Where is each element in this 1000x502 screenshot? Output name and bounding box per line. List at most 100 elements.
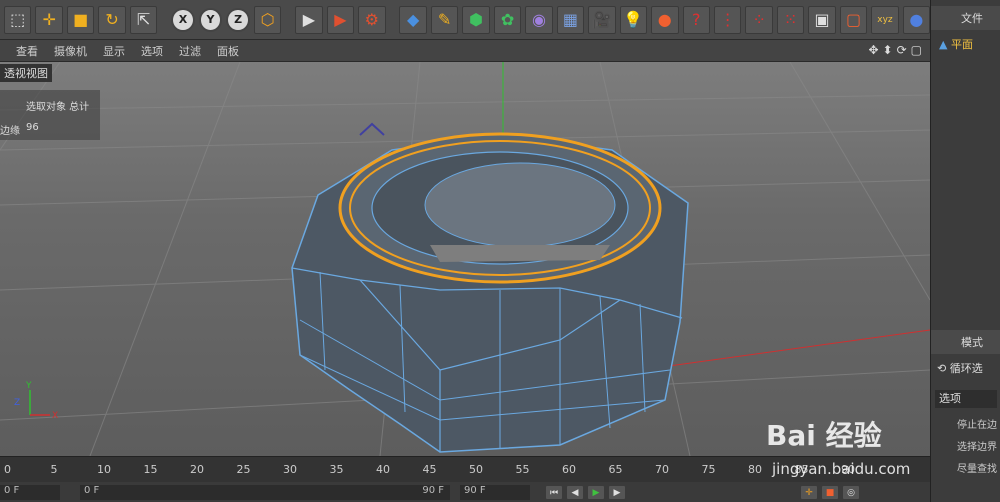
pen-icon[interactable]: ✎: [430, 5, 459, 34]
panel-icon[interactable]: ▢: [839, 5, 868, 34]
loop-selection-tool[interactable]: ⟲ 循环选: [937, 360, 983, 376]
floor-icon[interactable]: ▦: [556, 5, 585, 34]
end-frame-field[interactable]: 90 F: [460, 485, 530, 500]
watermark-brand: Bai 经验: [766, 419, 882, 452]
option-greedy-search[interactable]: 尽量查找: [957, 460, 997, 475]
x-axis-toggle[interactable]: X: [171, 7, 195, 32]
timeline-tick: 5: [50, 463, 58, 476]
menu-panel[interactable]: 面板: [217, 43, 239, 59]
viewport-scene: Y X Z: [0, 62, 930, 456]
y-axis-toggle[interactable]: Y: [198, 7, 223, 32]
svg-text:X: X: [52, 411, 58, 421]
viewport-nav: ✥ ⬍ ⟳ ▢: [868, 43, 922, 57]
light-icon[interactable]: 💡: [619, 5, 648, 34]
menu-filter[interactable]: 过滤: [179, 43, 201, 59]
viewport-icon[interactable]: ▣: [808, 5, 836, 34]
main-toolbar: ⬚ ✛ ■ ↻ ⇱ X Y Z ⬡ ▶ ▶ ⚙ ◆ ✎ ⬢ ✿ ◉ ▦ 🎥 💡 …: [0, 0, 931, 40]
subdivision-icon[interactable]: ⬢: [462, 5, 490, 34]
x-axis-line: [639, 329, 930, 371]
option-select-boundary[interactable]: 选择边界: [957, 438, 997, 453]
watermark-url: jingyan.baidu.com: [772, 460, 911, 478]
timeline-tick: 15: [143, 463, 158, 476]
menu-camera[interactable]: 摄像机: [54, 43, 87, 59]
menu-view[interactable]: 查看: [16, 43, 38, 59]
selection-hud: 选取对象 总计 边缘 96: [0, 90, 100, 140]
hud-edge-count: 96: [26, 122, 39, 133]
object-name: 平面: [950, 38, 973, 51]
timeline-tick: 60: [562, 463, 576, 476]
help-icon[interactable]: ?: [682, 5, 710, 34]
render-settings-icon[interactable]: ⚙: [358, 5, 386, 34]
timeline-tick: 50: [469, 463, 483, 476]
timeline-tick: 55: [515, 463, 530, 476]
key-scale-icon[interactable]: ■: [821, 485, 839, 500]
key-rotate-icon[interactable]: ◎: [842, 485, 860, 500]
svg-text:Y: Y: [25, 381, 32, 391]
camera-icon[interactable]: 🎥: [588, 5, 616, 34]
cloner-icon[interactable]: ✿: [493, 5, 522, 34]
snap-icon[interactable]: ⋮: [713, 5, 742, 34]
mesh-object: [291, 132, 689, 453]
tool-name: 循环选: [949, 362, 983, 375]
maximize-icon[interactable]: ▢: [911, 43, 922, 57]
tab-mode[interactable]: 模式: [931, 330, 1000, 354]
timeline-tick: 40: [376, 463, 390, 476]
viewport-menubar: 查看 摄像机 显示 选项 过滤 面板 ✥ ⬍ ⟳ ▢: [0, 40, 930, 62]
render-picture-icon[interactable]: ▶: [326, 5, 355, 34]
live-selection-icon[interactable]: ⬚: [4, 5, 32, 34]
render-view-icon[interactable]: ▶: [295, 5, 323, 34]
loop-select-icon: ⟲: [937, 362, 947, 375]
timeline-tick: 20: [190, 463, 204, 476]
deformer-icon[interactable]: ◉: [525, 5, 553, 34]
timeline-tick: 30: [283, 463, 297, 476]
timeline-tick: 45: [422, 463, 437, 476]
option-stop-at-edge[interactable]: 停止在边: [957, 416, 997, 431]
pan-icon[interactable]: ✥: [868, 43, 878, 57]
timeline-tick: 10: [97, 463, 111, 476]
timeline-tick: 0: [4, 463, 11, 476]
rotate-icon[interactable]: ↻: [98, 5, 126, 34]
timeline-tick: 70: [655, 463, 669, 476]
playback-controls: ⏮ ◀ ▶ ▶: [545, 485, 626, 500]
frame-range-slider[interactable]: 0 F 90 F: [80, 485, 450, 500]
menu-display[interactable]: 显示: [103, 43, 125, 59]
xyz-icon[interactable]: xyz: [871, 5, 899, 34]
scale-icon[interactable]: ■: [66, 5, 95, 34]
menu-options[interactable]: 选项: [141, 43, 163, 59]
axis-gizmo: Y X Z: [14, 381, 58, 421]
range-end-value: 90 F: [422, 485, 444, 496]
plane-icon: ▲: [939, 38, 948, 51]
move-icon[interactable]: ✛: [35, 5, 63, 34]
sphere-icon[interactable]: ●: [902, 5, 931, 34]
prev-frame-icon[interactable]: ◀: [566, 485, 584, 500]
play-icon[interactable]: ▶: [587, 485, 605, 500]
timeline-tick: 25: [236, 463, 251, 476]
next-frame-icon[interactable]: ▶: [608, 485, 626, 500]
tag-icon[interactable]: ●: [651, 5, 679, 34]
recent-tools-icon[interactable]: ⇱: [129, 5, 158, 34]
cube-icon[interactable]: ◆: [399, 5, 427, 34]
world-coord-icon[interactable]: ⬡: [253, 5, 282, 34]
keyframe-controls: ✛ ■ ◎: [800, 485, 860, 500]
animation-bar: 0 F 0 F 90 F 90 F ⏮ ◀ ▶ ▶ ✛ ■ ◎: [0, 482, 930, 502]
timeline-tick: 65: [608, 463, 623, 476]
dolly-icon[interactable]: ⬍: [883, 43, 893, 57]
axis-lock-icon[interactable]: ⁙: [776, 5, 805, 34]
hud-header: 选取对象 总计: [26, 102, 90, 113]
goto-start-icon[interactable]: ⏮: [545, 485, 563, 500]
object-item-plane[interactable]: ▲ 平面: [939, 36, 973, 52]
tab-file[interactable]: 文件: [931, 6, 1000, 30]
perspective-viewport[interactable]: Y X Z 透视视图 选取对象 总计 边缘 96: [0, 62, 930, 456]
timeline-tick: 35: [329, 463, 344, 476]
viewport-label: 透视视图: [0, 64, 52, 82]
baidu-watermark: Bai 经验 jingyan.baidu.com: [750, 400, 950, 480]
z-axis-toggle[interactable]: Z: [226, 7, 250, 32]
grid-icon[interactable]: ⁘: [745, 5, 773, 34]
key-move-icon[interactable]: ✛: [800, 485, 818, 500]
orbit-icon[interactable]: ⟳: [897, 43, 907, 57]
range-start-value: 0 F: [84, 485, 100, 496]
timeline-tick: 75: [701, 463, 716, 476]
svg-text:Z: Z: [14, 398, 20, 408]
start-frame-field[interactable]: 0 F: [0, 485, 60, 500]
hud-edge-label: 边缘: [0, 126, 20, 137]
